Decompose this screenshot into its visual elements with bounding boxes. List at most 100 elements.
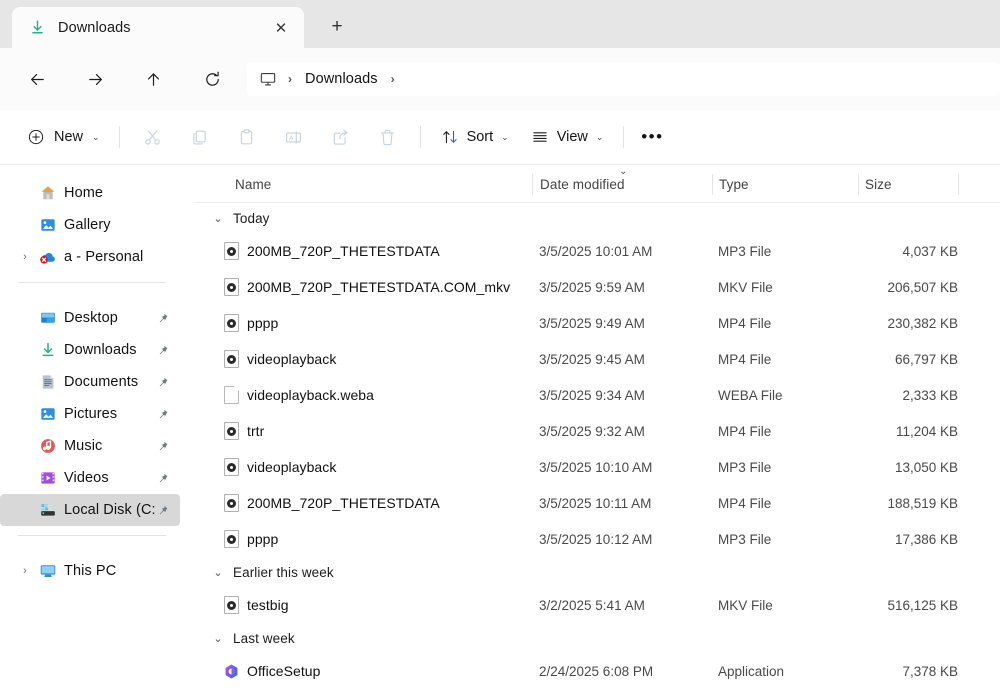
group-header-today[interactable]: ⌄ Today — [195, 203, 1000, 233]
sidebar-item-pictures[interactable]: Pictures — [0, 398, 180, 430]
new-tab-button[interactable]: + — [322, 12, 352, 42]
file-name[interactable]: trtr — [247, 423, 264, 439]
sidebar-item-local-disk-c[interactable]: Local Disk (C: — [0, 494, 180, 526]
file-name[interactable]: 200MB_720P_THETESTDATA — [247, 243, 440, 259]
file-name[interactable]: videoplayback — [247, 459, 336, 475]
column-divider-1[interactable] — [532, 174, 533, 195]
file-name[interactable]: 200MB_720P_THETESTDATA — [247, 495, 440, 511]
delete-button[interactable] — [369, 121, 406, 154]
column-divider-3[interactable] — [858, 174, 859, 195]
close-icon[interactable]: ✕ — [266, 13, 296, 43]
pin-icon[interactable] — [155, 407, 169, 421]
column-header-date-modified[interactable]: Date modified — [540, 165, 625, 203]
this-pc-icon[interactable] — [257, 68, 279, 90]
group-header-earlier-this-week[interactable]: ⌄ Earlier this week — [195, 557, 1000, 587]
file-icon — [222, 242, 240, 260]
file-icon — [222, 422, 240, 440]
file-icon — [222, 314, 240, 332]
chevron-right-icon[interactable]: › — [18, 251, 32, 263]
sidebar-item-home[interactable]: Home — [0, 177, 180, 209]
paste-button[interactable] — [228, 121, 265, 154]
table-row[interactable]: testbig 3/2/2025 5:41 AM MKV File 516,125 K… — [195, 587, 1000, 623]
file-name[interactable]: videoplayback — [247, 351, 336, 367]
table-row[interactable]: 200MB_720P_THETESTDATA 3/5/2025 10:01 AM M… — [195, 233, 1000, 269]
file-icon — [222, 494, 240, 512]
sidebar-item-this-pc[interactable]: › This PC — [0, 555, 180, 587]
file-name[interactable]: OfficeSetup — [247, 663, 320, 679]
column-headers: Name ⌄ Date modified Type Size — [195, 165, 1000, 203]
pin-icon[interactable] — [155, 311, 169, 325]
file-date-modified: 3/5/2025 9:45 AM — [539, 351, 645, 367]
sidebar-item-label: Downloads — [64, 342, 137, 358]
sidebar-item-label: Desktop — [64, 310, 118, 326]
sidebar-item-music[interactable]: Music — [0, 430, 180, 462]
chevron-down-icon[interactable]: ⌄ — [211, 632, 225, 645]
gallery-icon — [38, 215, 58, 235]
table-row[interactable]: OfficeSetup 2/24/2025 6:08 PM Application 7… — [195, 653, 1000, 689]
file-date-modified: 2/24/2025 6:08 PM — [539, 663, 654, 679]
file-name[interactable]: pppp — [247, 531, 278, 547]
sidebar-item-a-personal[interactable]: › a - Personal — [0, 241, 180, 273]
file-date-modified: 3/5/2025 9:32 AM — [539, 423, 645, 439]
sidebar-item-documents[interactable]: Documents — [0, 366, 180, 398]
view-button[interactable]: View ⌄ — [522, 121, 613, 154]
chevron-right-icon[interactable]: › — [18, 565, 32, 577]
column-header-name[interactable]: Name — [235, 165, 271, 203]
navigation-bar: › Downloads › — [0, 48, 1000, 110]
table-row[interactable]: trtr 3/5/2025 9:32 AM MP4 File 11,204 KB — [195, 413, 1000, 449]
cut-button[interactable] — [134, 121, 171, 154]
pin-icon[interactable] — [155, 343, 169, 357]
file-groups-container: ⌄ Today 200MB_720P_THETESTDATA 3/5/2025 10:… — [195, 203, 1000, 689]
new-button[interactable]: New ⌄ — [20, 121, 110, 154]
table-row[interactable]: pppp 3/5/2025 9:49 AM MP4 File 230,382 KB — [195, 305, 1000, 341]
sidebar-scrollbar[interactable] — [176, 165, 362, 694]
sidebar-item-gallery[interactable]: Gallery — [0, 209, 180, 241]
table-row[interactable]: pppp 3/5/2025 10:12 AM MP3 File 17,386 KB — [195, 521, 1000, 557]
back-button[interactable] — [20, 62, 54, 96]
file-name[interactable]: videoplayback.weba — [247, 387, 374, 403]
sort-button[interactable]: Sort ⌄ — [432, 121, 518, 154]
up-button[interactable] — [136, 62, 170, 96]
breadcrumb-downloads[interactable]: Downloads — [301, 69, 382, 89]
pin-icon[interactable] — [155, 375, 169, 389]
column-divider-4[interactable] — [958, 174, 959, 195]
column-divider-2[interactable] — [712, 174, 713, 195]
breadcrumb-separator-2[interactable]: › — [382, 72, 404, 86]
tab-downloads[interactable]: Downloads ✕ — [12, 7, 304, 48]
sort-icon — [441, 128, 460, 147]
new-button-label: New — [54, 129, 84, 145]
file-size: 516,125 KB — [887, 597, 958, 613]
table-row[interactable]: 200MB_720P_THETESTDATA.COM_mkv 3/5/2025 9… — [195, 269, 1000, 305]
chevron-down-icon[interactable]: ⌄ — [211, 566, 225, 579]
sidebar-item-downloads[interactable]: Downloads — [0, 334, 180, 366]
copy-button[interactable] — [181, 121, 218, 154]
chevron-down-icon[interactable]: ⌄ — [211, 212, 225, 225]
table-row[interactable]: 200MB_720P_THETESTDATA 3/5/2025 10:11 AM M… — [195, 485, 1000, 521]
file-name[interactable]: 200MB_720P_THETESTDATA.COM_mkv — [247, 279, 510, 295]
column-header-size[interactable]: Size — [865, 165, 892, 203]
file-date-modified: 3/5/2025 10:12 AM — [539, 531, 653, 547]
sidebar-item-videos[interactable]: Videos — [0, 462, 180, 494]
group-header-last-week[interactable]: ⌄ Last week — [195, 623, 1000, 653]
breadcrumb-separator-1: › — [288, 72, 292, 86]
more-options-button[interactable]: ••• — [633, 121, 671, 154]
column-header-type[interactable]: Type — [719, 165, 749, 203]
forward-button[interactable] — [78, 62, 112, 96]
address-bar[interactable]: › Downloads › — [247, 62, 1000, 96]
file-icon — [222, 662, 240, 680]
pin-icon[interactable] — [155, 439, 169, 453]
pictures-icon — [38, 404, 58, 424]
rename-button[interactable]: A — [275, 121, 312, 154]
file-name[interactable]: pppp — [247, 315, 278, 331]
table-row[interactable]: videoplayback 3/5/2025 10:10 AM MP3 File 13… — [195, 449, 1000, 485]
sidebar-item-label: Gallery — [64, 217, 111, 233]
share-button[interactable] — [322, 121, 359, 154]
sidebar-item-desktop[interactable]: Desktop — [0, 302, 180, 334]
table-row[interactable]: videoplayback 3/5/2025 9:45 AM MP4 File 66,… — [195, 341, 1000, 377]
pin-icon[interactable] — [155, 503, 169, 517]
refresh-button[interactable] — [195, 62, 229, 96]
view-icon — [531, 128, 550, 147]
file-name[interactable]: testbig — [247, 597, 289, 613]
pin-icon[interactable] — [155, 471, 169, 485]
table-row[interactable]: videoplayback.weba 3/5/2025 9:34 AM WEBA F… — [195, 377, 1000, 413]
